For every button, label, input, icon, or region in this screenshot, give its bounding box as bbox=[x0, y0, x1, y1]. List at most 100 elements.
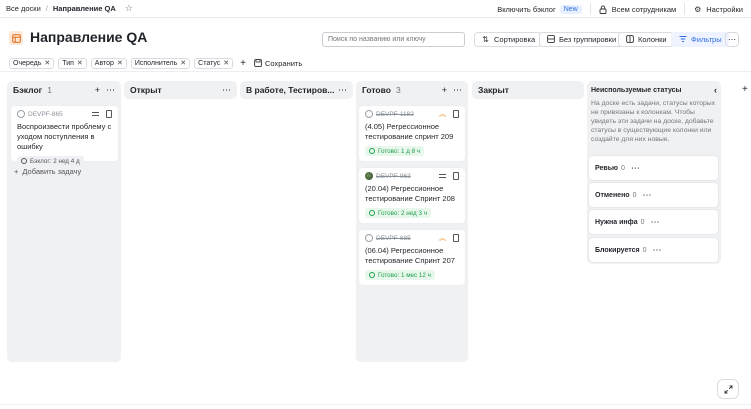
filter-chip-label: Очередь bbox=[13, 59, 42, 67]
filter-chip-author[interactable]: Автор ✕ bbox=[90, 57, 127, 69]
avatar bbox=[365, 110, 373, 118]
filter-chip-assignee[interactable]: Исполнитель ✕ bbox=[130, 57, 191, 69]
settings-button[interactable]: ⚙ Настройки bbox=[685, 0, 751, 18]
status-menu-icon[interactable]: ⋯ bbox=[631, 163, 640, 174]
close-icon[interactable]: ✕ bbox=[77, 59, 83, 67]
filter-chip-status[interactable]: Статус ✕ bbox=[194, 57, 234, 69]
priority-high-icon: ︽ bbox=[439, 110, 446, 118]
add-column-icon[interactable]: + bbox=[742, 84, 748, 95]
search-input[interactable] bbox=[322, 32, 465, 47]
status-dot-icon bbox=[21, 158, 27, 164]
filter-icon bbox=[678, 35, 687, 44]
column-header: Готово 3 + ⋯ bbox=[356, 81, 468, 99]
filter-bar: Очередь ✕ Тип ✕ Автор ✕ Исполнитель ✕ Статус… bbox=[0, 56, 751, 70]
close-icon[interactable]: ✕ bbox=[223, 59, 229, 67]
priority-normal-icon bbox=[439, 174, 446, 178]
column-menu-icon[interactable]: ⋯ bbox=[222, 85, 231, 96]
task-card[interactable]: DEVPF-1182 ︽ (4.05) Регрессионное тестир… bbox=[359, 106, 465, 161]
status-menu-icon[interactable]: ⋯ bbox=[642, 190, 651, 201]
more-button[interactable]: ⋯ bbox=[725, 32, 739, 47]
add-task-icon[interactable]: + bbox=[442, 85, 447, 96]
status-menu-icon[interactable]: ⋯ bbox=[651, 217, 660, 228]
filter-chip-type[interactable]: Тип ✕ bbox=[58, 57, 87, 69]
status-badge-text: Бэклог: 2 нед 4 д bbox=[30, 157, 80, 165]
top-bar: Все доски / Направление QA ☆ Включить бэ… bbox=[0, 0, 751, 18]
column-menu-icon[interactable]: ⋯ bbox=[453, 85, 462, 96]
unused-statuses-description: На доске есть задачи, статусы которых не… bbox=[591, 100, 716, 143]
close-icon[interactable]: ✕ bbox=[117, 59, 123, 67]
task-card[interactable]: DEVPF-865 Воспроизвести проблему с уходо… bbox=[11, 106, 118, 166]
save-filter-button[interactable]: Сохранить bbox=[253, 59, 302, 68]
column-title: Готово bbox=[362, 85, 391, 95]
task-key[interactable]: DEVPF-963 bbox=[376, 173, 411, 180]
board-icon bbox=[9, 31, 23, 45]
expand-icon[interactable] bbox=[718, 380, 738, 398]
close-icon[interactable]: ✕ bbox=[44, 59, 50, 67]
add-task-icon[interactable]: + bbox=[95, 85, 100, 96]
unused-status-count: 0 bbox=[642, 246, 647, 254]
columns-button[interactable]: Колонки bbox=[618, 32, 674, 47]
breadcrumb-separator: / bbox=[45, 4, 48, 13]
task-card[interactable]: DEVPF-963 (20.04) Регрессионное тестиров… bbox=[359, 168, 465, 223]
save-filter-label: Сохранить bbox=[265, 58, 303, 68]
avatar bbox=[365, 172, 373, 180]
task-key[interactable]: DEVPF-685 bbox=[376, 235, 411, 242]
settings-label: Настройки bbox=[706, 4, 743, 14]
task-key[interactable]: DEVPF-865 bbox=[28, 111, 63, 118]
column-title: Бэклог bbox=[13, 85, 43, 95]
filter-chip-queue[interactable]: Очередь ✕ bbox=[9, 57, 55, 69]
add-task-label: Добавить задачу bbox=[22, 167, 82, 176]
unused-status-item[interactable]: Нужна инфа 0 ⋯ bbox=[589, 210, 718, 234]
filter-chip-label: Автор bbox=[94, 59, 114, 67]
priority-normal-icon bbox=[92, 112, 99, 116]
unused-status-count: 0 bbox=[632, 191, 637, 199]
sort-icon: ⇅ bbox=[482, 35, 489, 44]
lock-icon bbox=[599, 5, 608, 14]
task-card[interactable]: DEVPF-685 ︽ (06.04) Регрессионное тестир… bbox=[359, 230, 465, 285]
breadcrumb-all-boards[interactable]: Все доски bbox=[6, 4, 41, 13]
status-menu-icon[interactable]: ⋯ bbox=[652, 245, 661, 256]
page-title: Направление QA bbox=[30, 29, 148, 45]
document-icon bbox=[106, 110, 112, 118]
unused-status-item[interactable]: Ревью 0 ⋯ bbox=[589, 156, 718, 180]
status-badge-text: Готово: 2 нед 3 ч bbox=[378, 209, 427, 217]
breadcrumb: Все доски / Направление QA ☆ bbox=[0, 3, 133, 14]
grouping-button[interactable]: Без группировки bbox=[539, 32, 624, 47]
column-title: Закрыт bbox=[478, 85, 509, 95]
filter-chip-label: Исполнитель bbox=[134, 59, 178, 67]
close-icon[interactable]: ✕ bbox=[180, 59, 186, 67]
task-title: Воспроизвести проблему с уходом поступле… bbox=[17, 122, 112, 151]
sort-button[interactable]: ⇅ Сортировка bbox=[474, 32, 543, 47]
status-badge: Бэклог: 2 нед 4 д bbox=[17, 156, 84, 166]
task-title: (06.04) Регрессионное тестирование Сприн… bbox=[365, 246, 455, 265]
chevron-left-icon[interactable]: ‹ bbox=[714, 85, 717, 95]
avatar bbox=[365, 234, 373, 242]
unused-status-count: 0 bbox=[620, 164, 625, 172]
unused-status-item[interactable]: Отменено 0 ⋯ bbox=[589, 183, 718, 207]
document-icon bbox=[453, 110, 459, 118]
column-count: 3 bbox=[395, 85, 401, 95]
filter-chip-label: Статус bbox=[198, 59, 221, 67]
filters-button[interactable]: Фильтры bbox=[671, 32, 729, 47]
divider bbox=[0, 71, 751, 72]
column-closed: Закрыт bbox=[472, 81, 584, 99]
unused-status-item[interactable]: Блокируется 0 ⋯ bbox=[589, 238, 718, 262]
add-filter-icon[interactable]: + bbox=[240, 58, 246, 69]
enable-backlog-toggle[interactable]: Включить бэклог New bbox=[489, 0, 590, 18]
unused-statuses-title: Неиспользуемые статусы bbox=[591, 86, 682, 94]
status-badge-text: Готово: 1 д 8 ч bbox=[378, 147, 421, 155]
priority-high-icon: ︽ bbox=[439, 234, 446, 242]
task-key[interactable]: DEVPF-1182 bbox=[376, 111, 414, 118]
unused-status-name: Нужна инфа bbox=[595, 218, 638, 226]
filter-chip-label: Тип bbox=[62, 59, 74, 67]
gear-icon: ⚙ bbox=[694, 4, 702, 14]
task-title: (20.04) Регрессионное тестирование Сприн… bbox=[365, 184, 455, 203]
column-menu-icon[interactable]: ⋯ bbox=[338, 85, 347, 96]
share-all-employees-button[interactable]: Всем сотрудникам bbox=[591, 0, 685, 18]
status-badge: Готово: 1 д 8 ч bbox=[365, 146, 425, 156]
add-task-button[interactable]: + Добавить задачу bbox=[14, 167, 81, 176]
status-dot-icon bbox=[369, 210, 375, 216]
column-menu-icon[interactable]: ⋯ bbox=[106, 85, 115, 96]
status-badge: Готово: 1 мес 12 ч bbox=[365, 270, 435, 280]
star-icon[interactable]: ☆ bbox=[125, 3, 133, 14]
